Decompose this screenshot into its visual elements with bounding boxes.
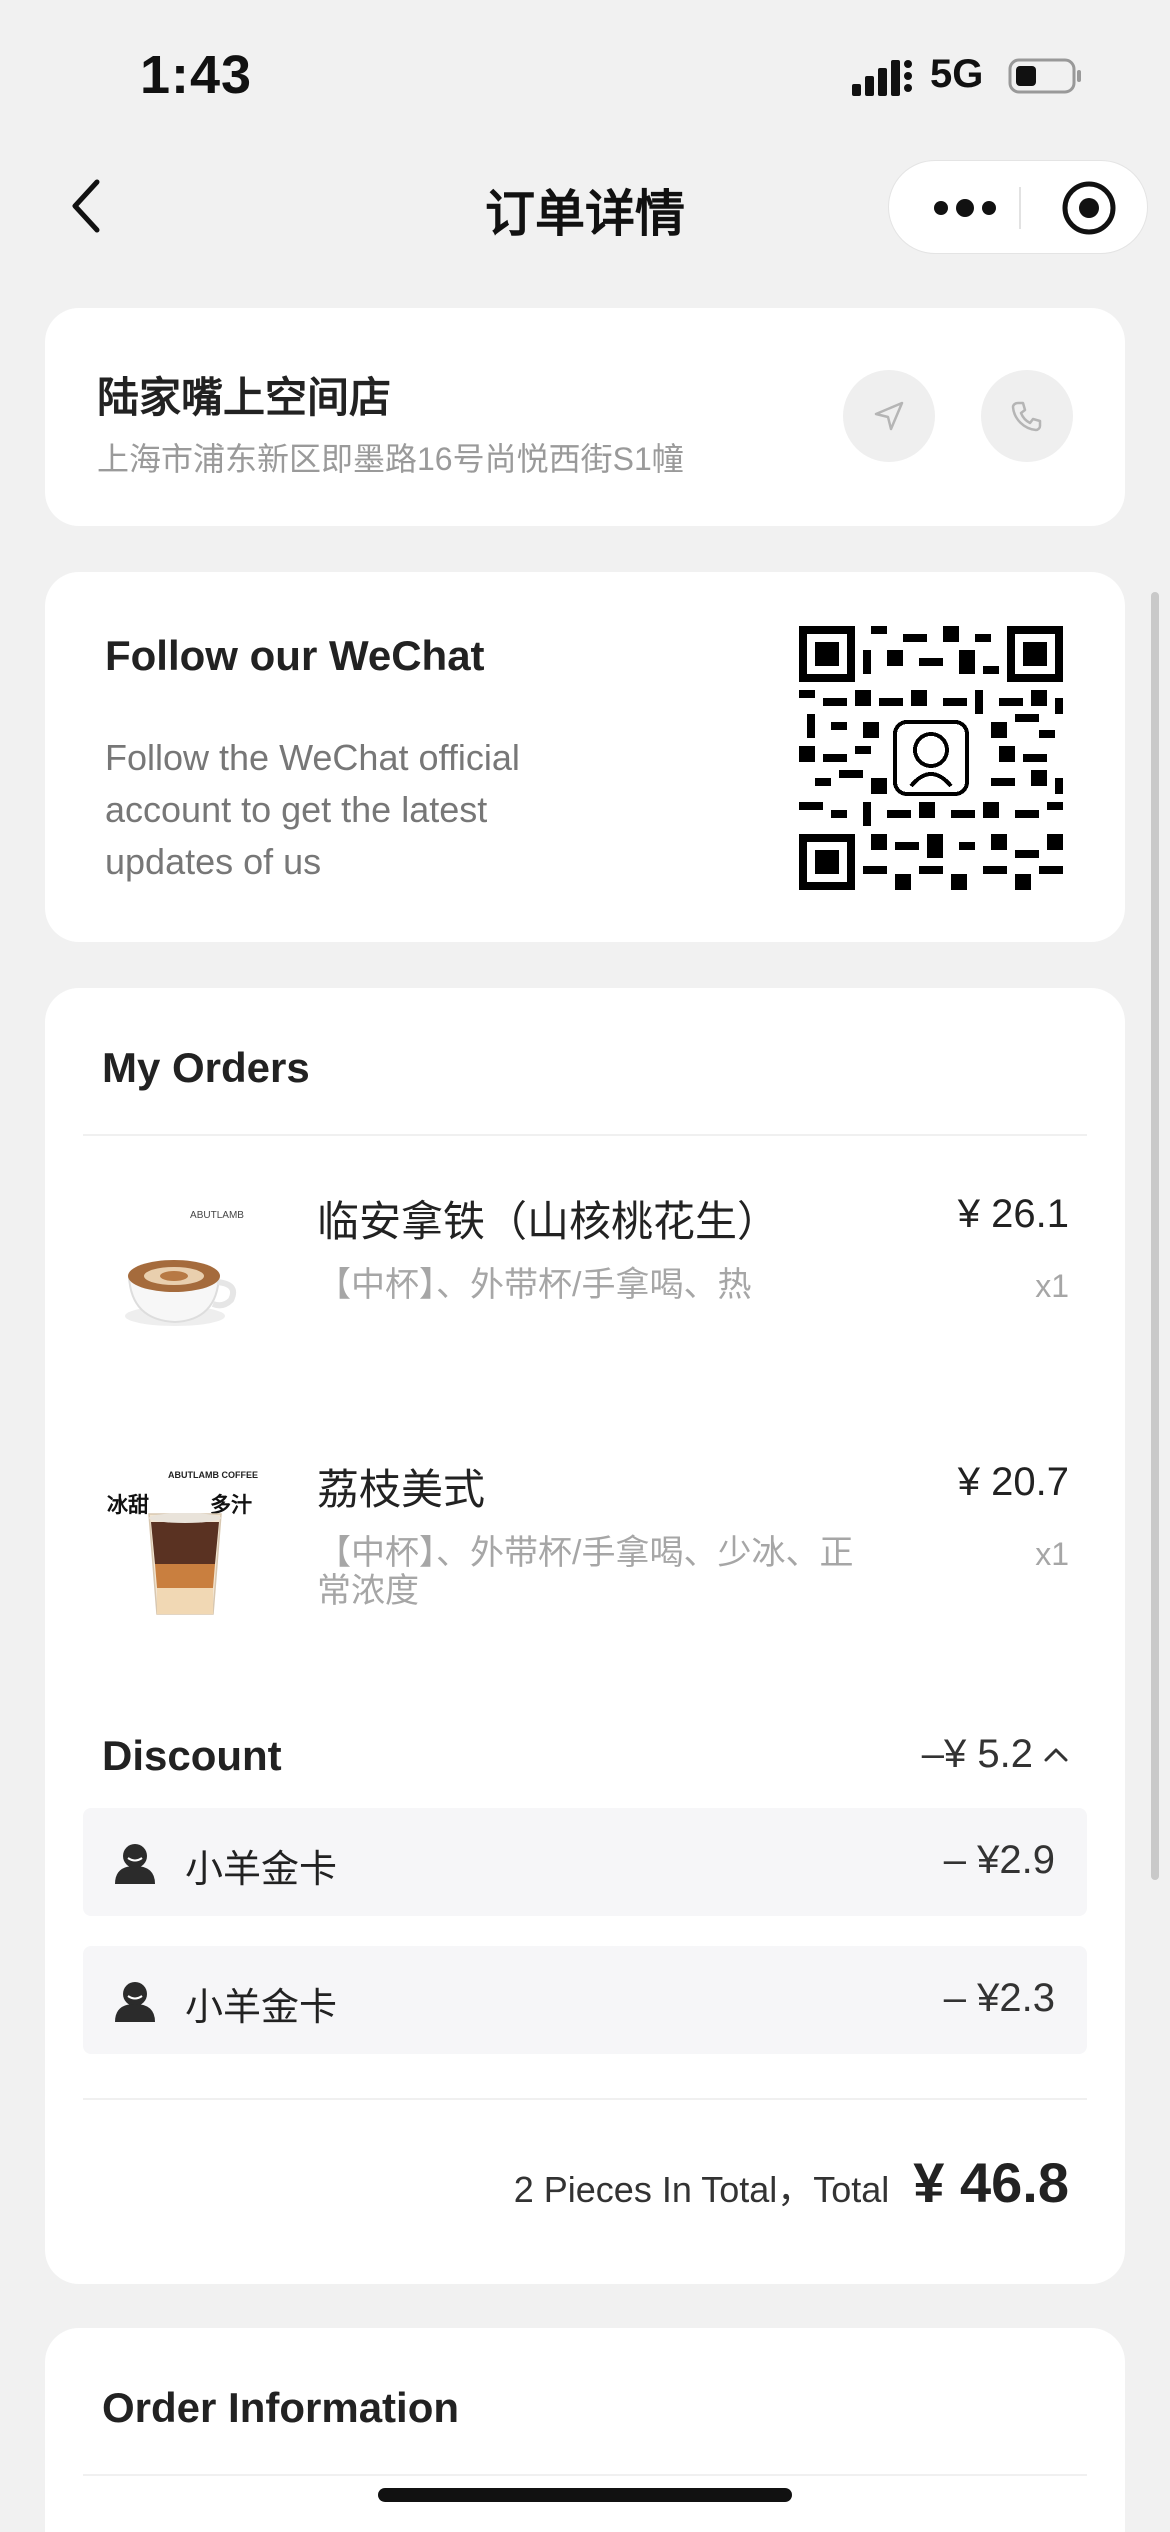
discount-total: –¥ 5.2 <box>921 1732 1033 1776</box>
item-name: 临安拿铁（山核桃花生） <box>317 1198 780 1245</box>
brand-text: ABUTLAMB <box>190 1210 244 1221</box>
scrollbar[interactable] <box>1151 592 1159 1880</box>
member-avatar-icon <box>115 1844 155 1884</box>
navigation-bar: 订单详情 <box>0 150 1170 270</box>
follow-wechat-card: Follow our WeChat Follow the WeChat offi… <box>45 572 1125 942</box>
divider <box>83 2098 1087 2100</box>
signal-bars-icon <box>852 60 912 96</box>
discount-name: 小羊金卡 <box>185 1849 338 1891</box>
battery-icon <box>1008 58 1081 94</box>
qr-code-icon[interactable] <box>799 626 1063 890</box>
item-price: ¥ 26.1 <box>957 1192 1069 1236</box>
order-detail-page: 1:43 5G 订单详情 陆家嘴上空间店 上海市浦东新区即墨路16号尚悦西街S1… <box>0 0 1170 2532</box>
my-orders-card: My Orders ABUTLAMB 临安拿铁（山核桃花生） 【中杯】、外带杯/… <box>45 988 1125 2284</box>
record-target-icon <box>1062 181 1116 235</box>
discount-row: 小羊金卡 – ¥2.3 <box>83 1946 1087 2054</box>
discount-amount: – ¥2.3 <box>943 1976 1055 2020</box>
store-card: 陆家嘴上空间店 上海市浦东新区即墨路16号尚悦西街S1幢 <box>45 308 1125 526</box>
brand-text: ABUTLAMB COFFEE <box>168 1470 258 1480</box>
follow-title: Follow our WeChat <box>105 632 485 679</box>
discount-label: Discount <box>102 1732 282 1779</box>
latte-product-image: ABUTLAMB <box>125 1210 244 1326</box>
navigate-button[interactable] <box>843 370 935 462</box>
item-spec: 【中杯】、外带杯/手拿喝、少冰、正常浓度 <box>317 1534 854 1610</box>
divider <box>83 2474 1087 2476</box>
item-quantity: x1 <box>1035 1536 1069 1572</box>
follow-description: Follow the WeChat official account to ge… <box>105 737 520 882</box>
divider <box>83 1134 1087 1136</box>
more-button[interactable] <box>925 161 1005 255</box>
store-name: 陆家嘴上空间店 <box>97 374 392 421</box>
orders-title: My Orders <box>102 1044 310 1091</box>
lychee-americano-image: ABUTLAMB COFFEE 冰甜 多汁 <box>107 1470 258 1615</box>
item-spec: 【中杯】、外带杯/手拿喝、热 <box>317 1266 752 1304</box>
status-time: 1:43 <box>140 45 253 105</box>
total-amount: ¥ 46.8 <box>913 2151 1069 2214</box>
order-total-line: 2 Pieces In Total，Total ¥ 46.8 <box>514 2150 1069 2215</box>
item-quantity: x1 <box>1035 1268 1069 1304</box>
more-dots-icon <box>934 199 996 217</box>
discount-row: 小羊金卡 – ¥2.9 <box>83 1808 1087 1916</box>
chevron-up-icon <box>1044 1748 1068 1761</box>
order-info-title: Order Information <box>102 2384 460 2431</box>
member-avatar-icon <box>115 1982 155 2022</box>
home-indicator[interactable] <box>378 2488 792 2502</box>
navigation-arrow-icon <box>874 401 904 431</box>
mini-program-capsule <box>888 160 1148 254</box>
discount-toggle[interactable]: –¥ 5.2 <box>922 1732 1069 1777</box>
item-name: 荔枝美式 <box>317 1466 486 1513</box>
tag-text: 冰甜 <box>107 1493 149 1517</box>
network-type: 5G <box>930 52 984 96</box>
close-miniprogram-button[interactable] <box>1049 161 1129 255</box>
phone-icon <box>1011 401 1042 432</box>
total-summary-text: 2 Pieces In Total，Total <box>513 2169 890 2210</box>
call-button[interactable] <box>981 370 1073 462</box>
status-bar: 1:43 5G <box>0 0 1170 150</box>
capsule-divider <box>1019 187 1021 229</box>
discount-name: 小羊金卡 <box>185 1987 338 2029</box>
store-address: 上海市浦东新区即墨路16号尚悦西街S1幢 <box>97 441 684 477</box>
discount-amount: – ¥2.9 <box>943 1838 1055 1882</box>
item-price: ¥ 20.7 <box>957 1460 1069 1504</box>
